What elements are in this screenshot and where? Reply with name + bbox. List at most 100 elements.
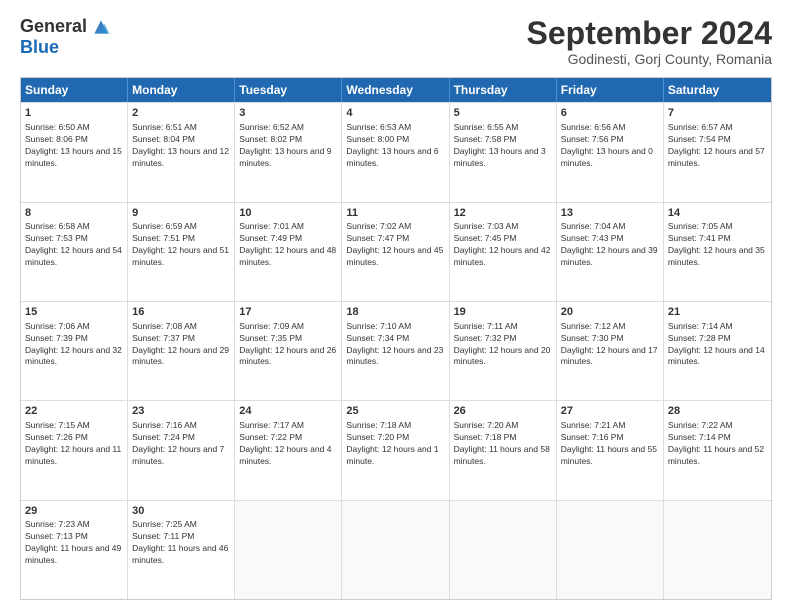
day-number: 26 — [454, 404, 552, 419]
cell-info: Sunrise: 6:59 AMSunset: 7:51 PMDaylight:… — [132, 221, 230, 269]
day-number: 8 — [25, 206, 123, 221]
cell-info: Sunrise: 7:17 AMSunset: 7:22 PMDaylight:… — [239, 420, 337, 468]
cell-info: Sunrise: 7:14 AMSunset: 7:28 PMDaylight:… — [668, 321, 767, 369]
day-number: 9 — [132, 206, 230, 221]
calendar-row-1: 1 Sunrise: 6:50 AMSunset: 8:06 PMDayligh… — [21, 102, 771, 201]
cell-sep8: 8 Sunrise: 6:58 AMSunset: 7:53 PMDayligh… — [21, 203, 128, 301]
cell-empty — [557, 501, 664, 599]
cell-info: Sunrise: 6:53 AMSunset: 8:00 PMDaylight:… — [346, 122, 444, 170]
cell-info: Sunrise: 7:01 AMSunset: 7:49 PMDaylight:… — [239, 221, 337, 269]
day-number: 28 — [668, 404, 767, 419]
cell-info: Sunrise: 7:08 AMSunset: 7:37 PMDaylight:… — [132, 321, 230, 369]
cell-empty — [450, 501, 557, 599]
cell-info: Sunrise: 6:52 AMSunset: 8:02 PMDaylight:… — [239, 122, 337, 170]
cell-sep11: 11 Sunrise: 7:02 AMSunset: 7:47 PMDaylig… — [342, 203, 449, 301]
cell-sep10: 10 Sunrise: 7:01 AMSunset: 7:49 PMDaylig… — [235, 203, 342, 301]
cell-info: Sunrise: 7:10 AMSunset: 7:34 PMDaylight:… — [346, 321, 444, 369]
header-thursday: Thursday — [450, 78, 557, 102]
cell-sep16: 16 Sunrise: 7:08 AMSunset: 7:37 PMDaylig… — [128, 302, 235, 400]
day-number: 17 — [239, 305, 337, 320]
calendar-body: 1 Sunrise: 6:50 AMSunset: 8:06 PMDayligh… — [21, 102, 771, 599]
day-number: 30 — [132, 504, 230, 519]
cell-empty — [235, 501, 342, 599]
cell-info: Sunrise: 7:18 AMSunset: 7:20 PMDaylight:… — [346, 420, 444, 468]
header-tuesday: Tuesday — [235, 78, 342, 102]
logo-general-text: General — [20, 16, 87, 37]
day-number: 18 — [346, 305, 444, 320]
cell-info: Sunrise: 7:09 AMSunset: 7:35 PMDaylight:… — [239, 321, 337, 369]
day-number: 20 — [561, 305, 659, 320]
day-number: 12 — [454, 206, 552, 221]
cell-sep3: 3 Sunrise: 6:52 AMSunset: 8:02 PMDayligh… — [235, 103, 342, 201]
cell-sep23: 23 Sunrise: 7:16 AMSunset: 7:24 PMDaylig… — [128, 401, 235, 499]
cell-empty — [342, 501, 449, 599]
day-number: 15 — [25, 305, 123, 320]
calendar-row-4: 22 Sunrise: 7:15 AMSunset: 7:26 PMDaylig… — [21, 400, 771, 499]
day-number: 3 — [239, 106, 337, 121]
calendar: Sunday Monday Tuesday Wednesday Thursday… — [20, 77, 772, 600]
cell-sep25: 25 Sunrise: 7:18 AMSunset: 7:20 PMDaylig… — [342, 401, 449, 499]
logo-icon — [91, 17, 111, 37]
day-number: 11 — [346, 206, 444, 221]
cell-info: Sunrise: 6:57 AMSunset: 7:54 PMDaylight:… — [668, 122, 767, 170]
cell-info: Sunrise: 7:15 AMSunset: 7:26 PMDaylight:… — [25, 420, 123, 468]
day-number: 4 — [346, 106, 444, 121]
cell-info: Sunrise: 7:03 AMSunset: 7:45 PMDaylight:… — [454, 221, 552, 269]
cell-info: Sunrise: 7:25 AMSunset: 7:11 PMDaylight:… — [132, 519, 230, 567]
cell-info: Sunrise: 7:16 AMSunset: 7:24 PMDaylight:… — [132, 420, 230, 468]
title-block: September 2024 Godinesti, Gorj County, R… — [527, 16, 772, 67]
calendar-row-2: 8 Sunrise: 6:58 AMSunset: 7:53 PMDayligh… — [21, 202, 771, 301]
cell-sep20: 20 Sunrise: 7:12 AMSunset: 7:30 PMDaylig… — [557, 302, 664, 400]
cell-sep26: 26 Sunrise: 7:20 AMSunset: 7:18 PMDaylig… — [450, 401, 557, 499]
cell-info: Sunrise: 7:22 AMSunset: 7:14 PMDaylight:… — [668, 420, 767, 468]
cell-info: Sunrise: 7:05 AMSunset: 7:41 PMDaylight:… — [668, 221, 767, 269]
cell-sep1: 1 Sunrise: 6:50 AMSunset: 8:06 PMDayligh… — [21, 103, 128, 201]
cell-sep28: 28 Sunrise: 7:22 AMSunset: 7:14 PMDaylig… — [664, 401, 771, 499]
cell-sep15: 15 Sunrise: 7:06 AMSunset: 7:39 PMDaylig… — [21, 302, 128, 400]
cell-info: Sunrise: 7:02 AMSunset: 7:47 PMDaylight:… — [346, 221, 444, 269]
day-number: 22 — [25, 404, 123, 419]
day-number: 6 — [561, 106, 659, 121]
cell-sep18: 18 Sunrise: 7:10 AMSunset: 7:34 PMDaylig… — [342, 302, 449, 400]
day-number: 10 — [239, 206, 337, 221]
cell-info: Sunrise: 7:12 AMSunset: 7:30 PMDaylight:… — [561, 321, 659, 369]
day-number: 29 — [25, 504, 123, 519]
calendar-row-3: 15 Sunrise: 7:06 AMSunset: 7:39 PMDaylig… — [21, 301, 771, 400]
day-number: 16 — [132, 305, 230, 320]
header-sunday: Sunday — [21, 78, 128, 102]
logo-blue-text: Blue — [20, 37, 59, 58]
cell-info: Sunrise: 6:56 AMSunset: 7:56 PMDaylight:… — [561, 122, 659, 170]
cell-sep2: 2 Sunrise: 6:51 AMSunset: 8:04 PMDayligh… — [128, 103, 235, 201]
day-number: 23 — [132, 404, 230, 419]
cell-info: Sunrise: 7:23 AMSunset: 7:13 PMDaylight:… — [25, 519, 123, 567]
day-number: 25 — [346, 404, 444, 419]
day-number: 7 — [668, 106, 767, 121]
cell-sep12: 12 Sunrise: 7:03 AMSunset: 7:45 PMDaylig… — [450, 203, 557, 301]
location: Godinesti, Gorj County, Romania — [527, 51, 772, 67]
cell-info: Sunrise: 6:51 AMSunset: 8:04 PMDaylight:… — [132, 122, 230, 170]
cell-info: Sunrise: 6:55 AMSunset: 7:58 PMDaylight:… — [454, 122, 552, 170]
cell-sep30: 30 Sunrise: 7:25 AMSunset: 7:11 PMDaylig… — [128, 501, 235, 599]
calendar-row-5: 29 Sunrise: 7:23 AMSunset: 7:13 PMDaylig… — [21, 500, 771, 599]
cell-info: Sunrise: 7:11 AMSunset: 7:32 PMDaylight:… — [454, 321, 552, 369]
day-number: 14 — [668, 206, 767, 221]
page: General Blue September 2024 Godinesti, G… — [0, 0, 792, 612]
month-title: September 2024 — [527, 16, 772, 51]
calendar-header: Sunday Monday Tuesday Wednesday Thursday… — [21, 78, 771, 102]
cell-empty — [664, 501, 771, 599]
cell-sep19: 19 Sunrise: 7:11 AMSunset: 7:32 PMDaylig… — [450, 302, 557, 400]
day-number: 19 — [454, 305, 552, 320]
logo: General Blue — [20, 16, 111, 58]
day-number: 24 — [239, 404, 337, 419]
header-saturday: Saturday — [664, 78, 771, 102]
cell-sep29: 29 Sunrise: 7:23 AMSunset: 7:13 PMDaylig… — [21, 501, 128, 599]
cell-sep9: 9 Sunrise: 6:59 AMSunset: 7:51 PMDayligh… — [128, 203, 235, 301]
cell-sep13: 13 Sunrise: 7:04 AMSunset: 7:43 PMDaylig… — [557, 203, 664, 301]
cell-info: Sunrise: 7:04 AMSunset: 7:43 PMDaylight:… — [561, 221, 659, 269]
cell-info: Sunrise: 7:21 AMSunset: 7:16 PMDaylight:… — [561, 420, 659, 468]
header-friday: Friday — [557, 78, 664, 102]
cell-sep27: 27 Sunrise: 7:21 AMSunset: 7:16 PMDaylig… — [557, 401, 664, 499]
cell-sep21: 21 Sunrise: 7:14 AMSunset: 7:28 PMDaylig… — [664, 302, 771, 400]
cell-sep4: 4 Sunrise: 6:53 AMSunset: 8:00 PMDayligh… — [342, 103, 449, 201]
cell-sep6: 6 Sunrise: 6:56 AMSunset: 7:56 PMDayligh… — [557, 103, 664, 201]
